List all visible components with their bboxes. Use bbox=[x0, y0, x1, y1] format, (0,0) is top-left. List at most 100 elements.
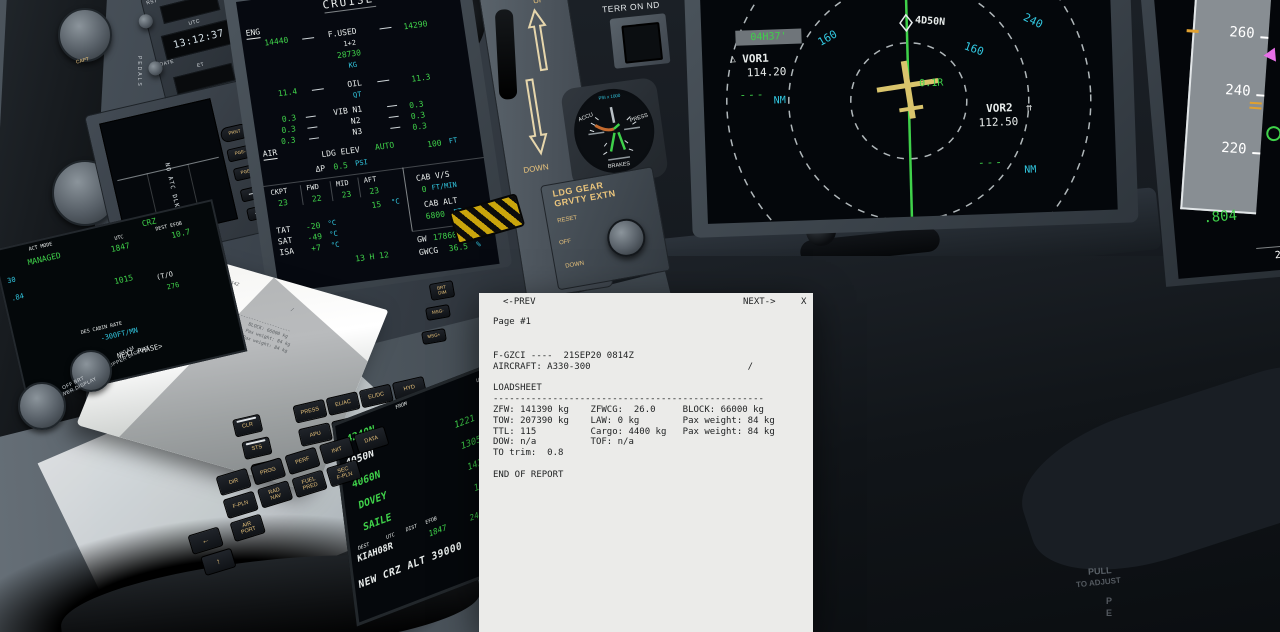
nd-chrono-value: 04H37' bbox=[750, 31, 787, 44]
ecam-temp-fwd-label: FWD bbox=[305, 182, 320, 193]
mcdu-key-fuelpred[interactable]: FUEL PRED bbox=[291, 469, 328, 499]
ecam-col-line bbox=[402, 167, 413, 231]
pfd-speed-260: 260 bbox=[1228, 24, 1256, 42]
loadsheet-next-button[interactable]: NEXT-> bbox=[743, 297, 776, 307]
gravity-down-label: DOWN bbox=[564, 260, 585, 270]
gear-down-arrow-icon bbox=[525, 78, 548, 156]
mcdu-init-label: INIT bbox=[331, 445, 343, 455]
ecam-vib2-left: 0.3 bbox=[280, 124, 297, 136]
mcdu-key-secfpln[interactable]: SEC F-PLN bbox=[325, 459, 363, 488]
ecam-fused-left: 14440 bbox=[263, 35, 289, 48]
nd-vor1-freq: 114.20 bbox=[746, 65, 787, 80]
pfd-speed-220: 220 bbox=[1220, 139, 1248, 158]
terr-on-nd-button[interactable] bbox=[621, 21, 664, 64]
nd-vor1-unit: NM bbox=[773, 95, 786, 107]
mcdu-airport-label: AIR PORT bbox=[240, 520, 257, 536]
pfd-speed-tape: 280 260 240 220 bbox=[1180, 0, 1273, 215]
pull-label: PULL bbox=[1087, 565, 1112, 577]
ecam-ldg-value: 100 bbox=[426, 138, 443, 150]
mcdu-from-label: FROM bbox=[395, 400, 408, 412]
ecam-dash bbox=[388, 115, 399, 119]
gravity-extn-title: LDG GEAR GRVTY EXTN bbox=[551, 180, 617, 209]
ecam-eng-label: ENG bbox=[245, 27, 262, 40]
gear-lever-handle[interactable] bbox=[494, 8, 518, 100]
ecam-cabvs-label: CAB V/S bbox=[415, 169, 451, 183]
lmcdu-ci-value: 30 bbox=[6, 275, 17, 286]
pfd-amber-equals bbox=[1249, 106, 1262, 110]
ecam-temp-sep bbox=[329, 181, 334, 202]
nd-vor2-dist: --- bbox=[977, 155, 1005, 170]
mcdu-perf-label: PERF bbox=[294, 455, 311, 466]
ecam-fused-right: 14290 bbox=[402, 19, 429, 32]
mcdu-key-arrow-up[interactable]: ↑ bbox=[200, 547, 237, 577]
clock-utc-window: 13:12:37 bbox=[160, 18, 237, 61]
ecam-brt-dim-label: BRT DIM bbox=[436, 283, 447, 296]
ecam-tat-value: -20 bbox=[305, 220, 322, 232]
mcdu-arrow-left-label: ← bbox=[200, 534, 211, 546]
pfd-speed-240: 240 bbox=[1224, 81, 1252, 100]
nd-chrono-chip: 04H37' bbox=[735, 28, 802, 46]
dcdu-prnt-label: PRNT bbox=[227, 128, 242, 136]
ecam-ldg-unit: FT bbox=[448, 136, 458, 146]
ecam-oil-unit: QT bbox=[352, 90, 363, 100]
mcdu-key-radnav[interactable]: RAD NAV bbox=[256, 480, 294, 509]
mcdu-key-airport[interactable]: AIR PORT bbox=[229, 513, 266, 543]
ecam-temp-fwd: 22 bbox=[311, 193, 323, 204]
ecam-air-label: AIR bbox=[262, 147, 279, 161]
ecam-msg-minus-label: MSG- bbox=[431, 308, 445, 316]
capt-brightness-knob[interactable] bbox=[58, 8, 112, 62]
ecam-temp-aft: 23 bbox=[368, 185, 380, 197]
gear-up-arrow-icon bbox=[527, 8, 549, 72]
mcdu-prog-label: PROG bbox=[259, 466, 277, 477]
ecam-ldg-label: LDG ELEV bbox=[320, 145, 361, 160]
ecam-fused-sum: 1+2 bbox=[342, 38, 357, 49]
ecam-dash bbox=[379, 26, 392, 30]
clock-et-label: ET bbox=[196, 61, 205, 70]
ecam-oil-right: 11.3 bbox=[410, 72, 432, 84]
clock-rst-label: RST bbox=[145, 0, 159, 7]
nd-vor2-freq: 112.50 bbox=[978, 114, 1019, 130]
ecam-sat-unit: °C bbox=[328, 229, 339, 239]
ecam-vib3-left: 0.3 bbox=[280, 135, 297, 147]
ecp-key-sts[interactable]: STS bbox=[241, 436, 273, 461]
ecam-temp-sep bbox=[357, 177, 362, 198]
ecam-oil-label: OIL bbox=[346, 78, 363, 90]
lmcdu-utc-value: 1847 bbox=[109, 241, 131, 255]
terr-on-nd-label: TERR ON ND bbox=[601, 0, 661, 15]
ecam-temp-ckpt: 23 bbox=[277, 197, 289, 209]
ecam-dash bbox=[302, 37, 315, 40]
loadsheet-prev-button[interactable]: <-PREV bbox=[503, 297, 536, 307]
ecam-gw-label: GW bbox=[416, 234, 428, 245]
ecam-dash bbox=[308, 137, 320, 140]
lower-display-knob[interactable] bbox=[18, 382, 66, 430]
vor1-arrow-icon: △ bbox=[730, 54, 736, 65]
brake-gauge-needles bbox=[588, 106, 641, 161]
ecam-vib1-right: 0.3 bbox=[408, 99, 425, 111]
nd-vor1-dist: --- bbox=[739, 87, 766, 102]
ecam-dp-value: 0.5 bbox=[332, 160, 349, 172]
vor2-arrow-icon: ⇈ bbox=[1025, 102, 1033, 114]
lmcdu-to-label: (T/O bbox=[155, 270, 174, 282]
ecam-vib2-right: 0.3 bbox=[410, 110, 426, 122]
pfd-target-speed-pointer bbox=[1262, 47, 1277, 63]
ecam-fused-unit: KG bbox=[348, 60, 358, 70]
ecam-dash bbox=[311, 88, 324, 91]
loadsheet-close-button[interactable]: X bbox=[801, 297, 806, 307]
gravity-extn-knob[interactable] bbox=[604, 215, 649, 260]
ecam-isa-label: ISA bbox=[278, 246, 295, 258]
ecam-display: CRUISE ENG 14440 F.USED 14290 1+2 28730 … bbox=[236, 0, 500, 293]
ecam-gwcg-unit: % bbox=[475, 240, 482, 249]
ecam-isa-value: +7 bbox=[310, 243, 322, 254]
ecam-oil-left: 11.4 bbox=[277, 86, 298, 99]
ecp-apu-label: APU bbox=[309, 430, 322, 439]
mcdu-time-2: 1221 bbox=[453, 413, 476, 432]
ecam-temp-mid: 23 bbox=[341, 189, 352, 200]
pull-to-adjust-label: PULL bbox=[1088, 565, 1112, 577]
mcdu-data-label: DATA bbox=[363, 434, 379, 445]
ecam-dash bbox=[387, 104, 398, 108]
terr-on-nd-bezel bbox=[609, 13, 671, 69]
ecam-fused-total: 28730 bbox=[336, 48, 362, 61]
lmcdu-utc-label: UTC bbox=[114, 234, 125, 243]
pedals-label: PEDALS bbox=[136, 56, 142, 88]
ecp-sts-label: STS bbox=[251, 443, 263, 453]
